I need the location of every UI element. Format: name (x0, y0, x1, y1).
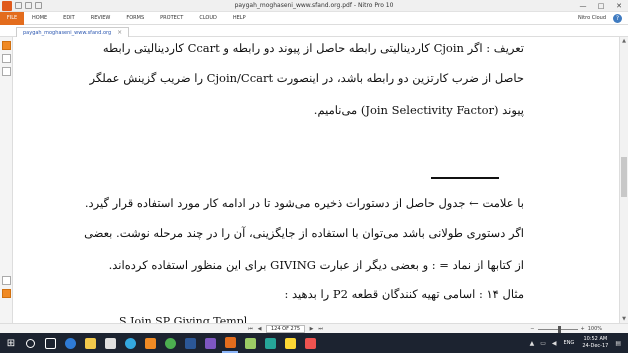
output-panel-icon[interactable] (2, 289, 11, 298)
close-tab-icon[interactable]: × (117, 29, 122, 36)
tab-file[interactable]: FILE (0, 11, 24, 25)
cloud-user-label[interactable]: Nitro Cloud (578, 15, 606, 21)
text-line: با علامت ← جدول حاصل از دستورات ذخیره می… (84, 196, 524, 210)
last-page-button[interactable]: ⏭ (317, 326, 324, 333)
close-button[interactable]: ✕ (610, 0, 628, 12)
tab-edit[interactable]: EDIT (55, 15, 83, 21)
system-tray: ▲ ▭ ◀ ENG 10:52 AM 24-Dec-17 ▤ (527, 333, 624, 353)
clock-date: 24-Dec-17 (582, 343, 609, 349)
tab-review[interactable]: REVIEW (83, 15, 119, 21)
text-line: مثال ۱۴ : اسامی تهیه کنندگان قطعه P2 را … (284, 287, 524, 301)
scroll-up-icon[interactable]: ▲ (621, 38, 627, 44)
battery-icon[interactable]: ▭ (540, 340, 546, 347)
edge-browser-icon[interactable] (62, 333, 78, 353)
tab-help[interactable]: HELP (225, 15, 254, 21)
comments-panel-icon[interactable] (2, 67, 11, 76)
file-explorer-icon[interactable] (82, 333, 98, 353)
maximize-button[interactable]: □ (592, 0, 610, 12)
document-page: تعریف : اگر Cjoin کاردینالیتی رابطه حاصل… (14, 37, 619, 323)
zoom-in-button[interactable]: + (581, 326, 585, 332)
network-icon[interactable]: ▲ (530, 340, 535, 347)
app-icon[interactable] (302, 333, 318, 353)
tab-forms[interactable]: FORMS (118, 15, 152, 21)
section-divider (431, 177, 499, 179)
left-side-panel (0, 37, 13, 323)
ribbon-tabs: FILE HOME EDIT REVIEW FORMS PROTECT CLOU… (0, 11, 628, 25)
zoom-level: 100% (587, 326, 602, 332)
document-tabs: paygah_moghaseni_www.sfand.org × (0, 26, 628, 37)
nitro-pro-icon[interactable] (222, 333, 238, 353)
notes-icon[interactable] (282, 333, 298, 353)
text-line: از کتابها از نماد = : و بعضی دیگر از عبا… (108, 258, 524, 272)
zoom-slider[interactable] (537, 325, 578, 333)
clock-time: 10:52 AM (583, 336, 608, 342)
window-title: paygah_moghaseni_www.sfand.org.pdf - Nit… (234, 2, 394, 9)
word-icon[interactable] (182, 333, 198, 353)
help-icon[interactable]: ? (613, 14, 622, 23)
visual-studio-icon[interactable] (202, 333, 218, 353)
page-number-field[interactable]: 124 OF 275 (266, 325, 306, 333)
task-view-icon[interactable] (42, 333, 58, 353)
windows-taskbar: ⊞ ▲ ▭ ◀ ENG 10:52 AM 24-Dec-17 ▤ (0, 333, 628, 353)
first-page-button[interactable]: ⏮ (247, 326, 254, 333)
media-player-icon[interactable] (142, 333, 158, 353)
text-line: اگر دستوری طولانی باشد می‌توان با استفاد… (84, 226, 524, 240)
status-bar: ⏮ ◀ 124 OF 275 ▶ ⏭ − + 100% (0, 323, 628, 333)
telegram-icon[interactable] (122, 333, 138, 353)
minimize-button[interactable]: — (574, 0, 592, 12)
volume-icon[interactable]: ◀ (552, 340, 557, 347)
search-icon[interactable] (22, 333, 38, 353)
previous-page-button[interactable]: ◀ (256, 326, 263, 333)
photos-icon[interactable] (262, 333, 278, 353)
zoom-slider-handle[interactable] (557, 325, 561, 333)
page-navigation: ⏮ ◀ 124 OF 275 ▶ ⏭ (246, 325, 325, 333)
title-bar: paygah_moghaseni_www.sfand.org.pdf - Nit… (0, 0, 628, 12)
chrome-icon[interactable] (162, 333, 178, 353)
vertical-scrollbar[interactable]: ▲ ▼ (619, 37, 628, 323)
notifications-icon[interactable]: ▤ (615, 340, 621, 347)
text-line: حاصل از ضرب کارتزین دو رابطه باشد، در ای… (89, 71, 524, 85)
text-line: پیوند (Join Selectivity Factor) می‌نامیم… (313, 103, 524, 117)
zoom-control: − + 100% (530, 325, 602, 333)
scroll-down-icon[interactable]: ▼ (621, 316, 627, 322)
code-line: S Join SP Giving Templ (119, 315, 248, 323)
bookmarks-panel-icon[interactable] (2, 54, 11, 63)
document-tab-label: paygah_moghaseni_www.sfand.org (23, 29, 112, 36)
tab-home[interactable]: HOME (24, 15, 55, 21)
language-indicator[interactable]: ENG (564, 340, 575, 346)
document-tab[interactable]: paygah_moghaseni_www.sfand.org × (16, 27, 130, 37)
text-line: تعریف : اگر Cjoin کاردینالیتی رابطه حاصل… (102, 41, 524, 55)
next-page-button[interactable]: ▶ (308, 326, 315, 333)
attachments-panel-icon[interactable] (2, 276, 11, 285)
clock[interactable]: 10:52 AM 24-Dec-17 (582, 336, 608, 350)
pages-panel-icon[interactable] (2, 41, 11, 50)
zoom-out-button[interactable]: − (530, 326, 534, 332)
tab-protect[interactable]: PROTECT (152, 15, 191, 21)
start-button[interactable]: ⊞ (0, 333, 22, 353)
paint-icon[interactable] (242, 333, 258, 353)
window-controls: — □ ✕ (574, 0, 628, 12)
tab-cloud[interactable]: CLOUD (191, 15, 225, 21)
store-icon[interactable] (102, 333, 118, 353)
scroll-thumb[interactable] (621, 157, 627, 197)
